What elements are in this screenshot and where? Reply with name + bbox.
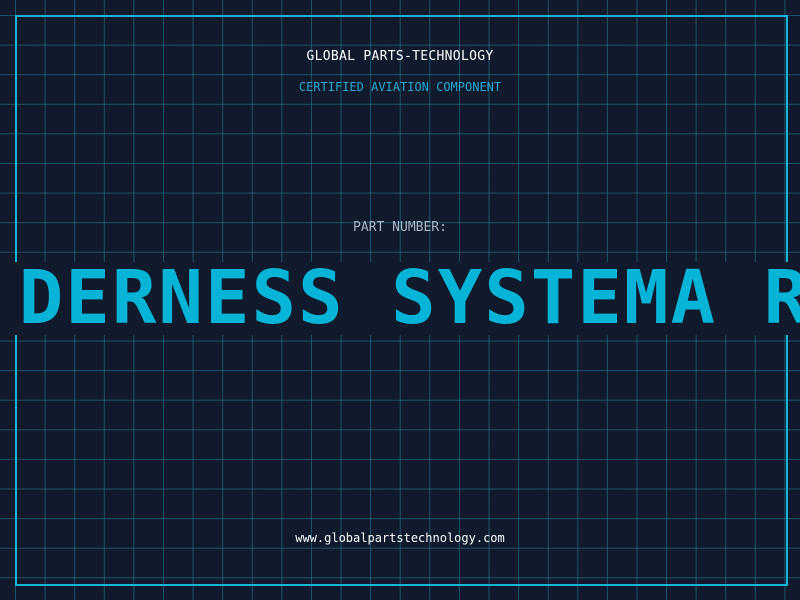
part-number-value: DERNESS SYSTEMA RA bbox=[18, 262, 800, 335]
part-number-band: DERNESS SYSTEMA RA bbox=[0, 262, 800, 335]
company-name: GLOBAL PARTS-TECHNOLOGY bbox=[306, 49, 494, 64]
certification-tagline: CERTIFIED AVIATION COMPONENT bbox=[298, 80, 502, 94]
website-url[interactable]: www.globalpartstechnology.com bbox=[0, 531, 800, 545]
part-number-label: PART NUMBER: bbox=[353, 220, 447, 235]
part-certificate-card: GLOBAL PARTS-TECHNOLOGY CERTIFIED AVIATI… bbox=[0, 0, 800, 600]
